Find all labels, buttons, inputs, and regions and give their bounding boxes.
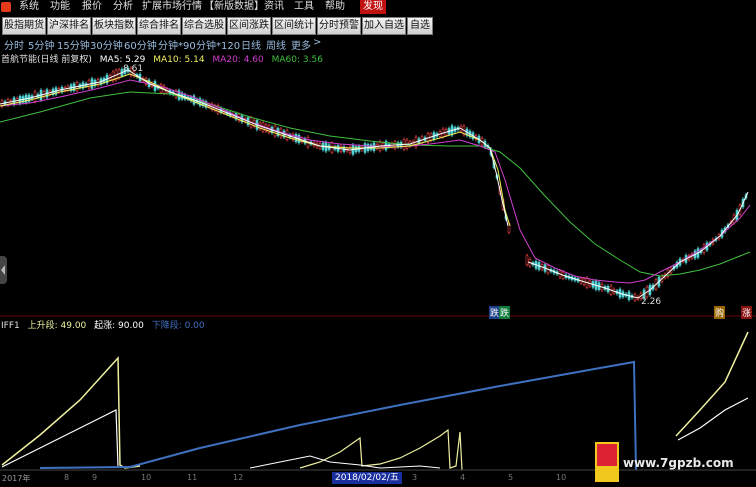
start-value: 起涨: 90.00 bbox=[94, 321, 144, 331]
ma20-line bbox=[0, 79, 751, 284]
axis-tick: 11 bbox=[187, 473, 198, 482]
rise-value: 上升段: 49.00 bbox=[27, 321, 87, 331]
kline-chart[interactable] bbox=[0, 0, 756, 487]
signal-tag-up: 涨 bbox=[741, 306, 753, 319]
axis-tick: 10 bbox=[141, 473, 152, 482]
watermark-url: www.7gpzb.com bbox=[623, 456, 734, 470]
watermark-logo-icon bbox=[595, 442, 619, 482]
axis-tick: 12 bbox=[233, 473, 244, 482]
candlestick-series bbox=[0, 66, 748, 303]
axis-tick: 3 bbox=[412, 473, 418, 482]
side-panel-toggle[interactable] bbox=[0, 256, 7, 284]
candle-body bbox=[525, 255, 529, 265]
small-peaks-line bbox=[299, 428, 463, 471]
site-watermark: www.7gpzb.com bbox=[595, 440, 756, 487]
low-price-label: 2.26 bbox=[641, 297, 662, 307]
right-rise-line-2 bbox=[677, 397, 749, 441]
fall-value: 下降段: 0.00 bbox=[151, 321, 205, 331]
small-peaks-line-2 bbox=[249, 455, 441, 469]
axis-tick: 8 bbox=[64, 473, 70, 482]
axis-tick: 9 bbox=[92, 473, 98, 482]
crosshair-date-label: 2018/02/02/五 bbox=[332, 472, 402, 484]
indicator-name: IFF1 bbox=[1, 321, 20, 331]
axis-tick: 4 bbox=[460, 473, 466, 482]
axis-year: 2017年 bbox=[2, 474, 31, 483]
high-price-label: 8.61 bbox=[123, 64, 144, 74]
start-line bbox=[39, 360, 637, 471]
signal-tag-left2: 跌 bbox=[499, 306, 511, 319]
ma5-line-recovery bbox=[527, 191, 749, 299]
axis-tick: 10 bbox=[556, 473, 567, 482]
signal-tag-buy: 购 bbox=[714, 306, 726, 319]
indicator-legend: IFF1 上升段: 49.00 起涨: 90.00 下降段: 0.00 bbox=[1, 318, 210, 331]
rise-segment-line-2 bbox=[1, 409, 119, 468]
right-rise-line bbox=[675, 331, 749, 437]
rise-segment-line bbox=[1, 356, 141, 469]
ma60-line bbox=[0, 91, 751, 277]
ma10-line bbox=[0, 73, 511, 227]
axis-tick: 5 bbox=[508, 473, 514, 482]
